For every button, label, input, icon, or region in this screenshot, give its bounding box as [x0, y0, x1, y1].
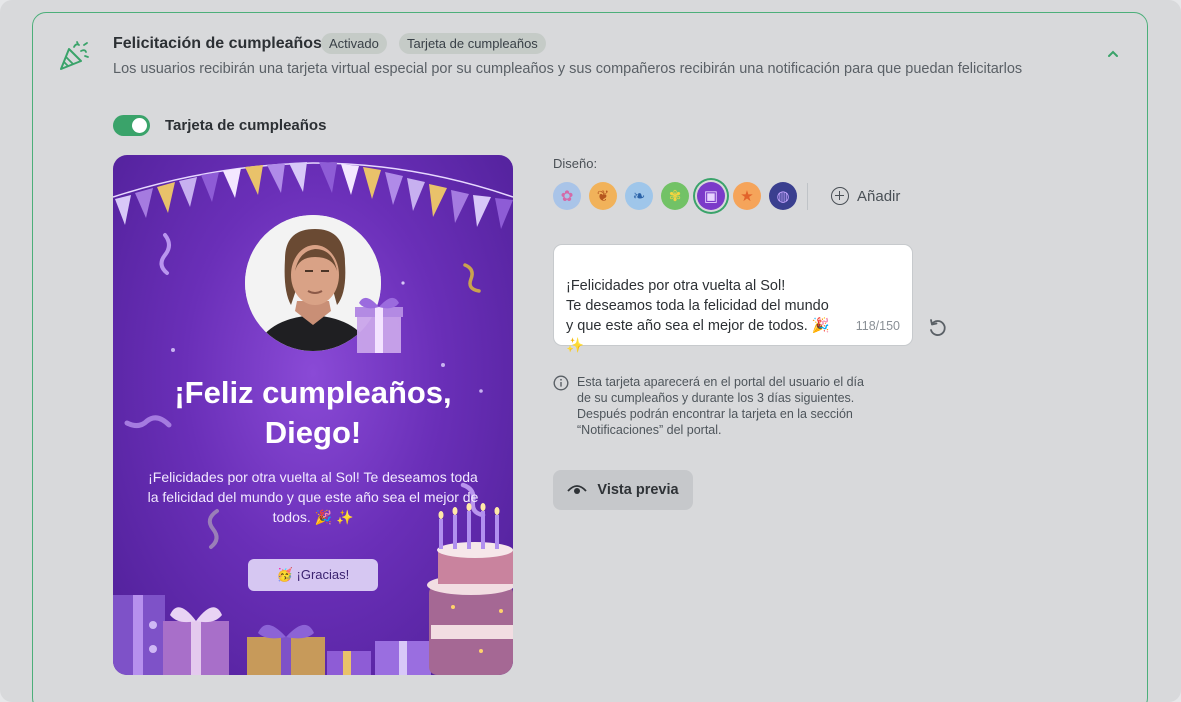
toggle-label: Tarjeta de cumpleaños	[165, 117, 327, 134]
message-text: ¡Felicidades por otra vuelta al Sol! Te …	[566, 278, 830, 354]
char-counter: 118/150	[855, 319, 900, 333]
section-description: Los usuarios recibirán una tarjeta virtu…	[113, 61, 1023, 77]
eye-icon	[567, 485, 588, 494]
design-swatch-flower[interactable]: ✾	[661, 182, 689, 210]
design-label: Diseño:	[553, 156, 598, 171]
preview-label: Vista previa	[597, 482, 679, 498]
design-swatch-planet[interactable]: ◍	[769, 182, 797, 210]
design-swatch-gift[interactable]: ▣	[697, 182, 725, 210]
plus-circle-icon	[831, 187, 849, 205]
divider	[807, 183, 808, 210]
party-popper-icon	[60, 41, 89, 70]
section-title: Felicitación de cumpleaños	[113, 35, 322, 52]
status-badge: Activado	[321, 33, 387, 54]
add-design-button[interactable]: Añadir	[831, 187, 900, 205]
design-swatch-flowers[interactable]: ✿	[553, 182, 581, 210]
gift-icon	[355, 297, 403, 353]
card-title: ¡Feliz cumpleaños, Diego!	[174, 375, 452, 450]
message-textarea[interactable]: ¡Felicidades por otra vuelta al Sol! Te …	[553, 244, 913, 354]
birthday-card-preview: ¡Feliz cumpleaños, Diego! ¡Felicidades p…	[113, 155, 513, 675]
design-swatch-plant[interactable]: ❧	[625, 182, 653, 210]
info-icon	[553, 375, 569, 391]
info-text: Esta tarjeta aparecerá en el portal del …	[577, 375, 864, 437]
add-design-label: Añadir	[857, 187, 901, 205]
design-swatch-leaf[interactable]: ❦	[589, 182, 617, 210]
card-message: ¡Felicidades por otra vuelta al Sol! Te …	[147, 469, 479, 525]
chevron-up-icon[interactable]	[1106, 47, 1120, 61]
preview-button[interactable]: Vista previa	[553, 470, 693, 510]
settings-panel: Felicitación de cumpleaños Activado Tarj…	[0, 0, 1181, 702]
birthday-card-toggle[interactable]	[113, 115, 150, 136]
birthday-section: Felicitación de cumpleaños Activado Tarj…	[32, 12, 1148, 702]
thanks-button[interactable]: 🥳 ¡Gracias!	[248, 559, 378, 591]
design-swatch-starfish[interactable]: ★	[733, 182, 761, 210]
type-badge: Tarjeta de cumpleaños	[399, 33, 546, 54]
reset-icon[interactable]	[927, 318, 947, 338]
